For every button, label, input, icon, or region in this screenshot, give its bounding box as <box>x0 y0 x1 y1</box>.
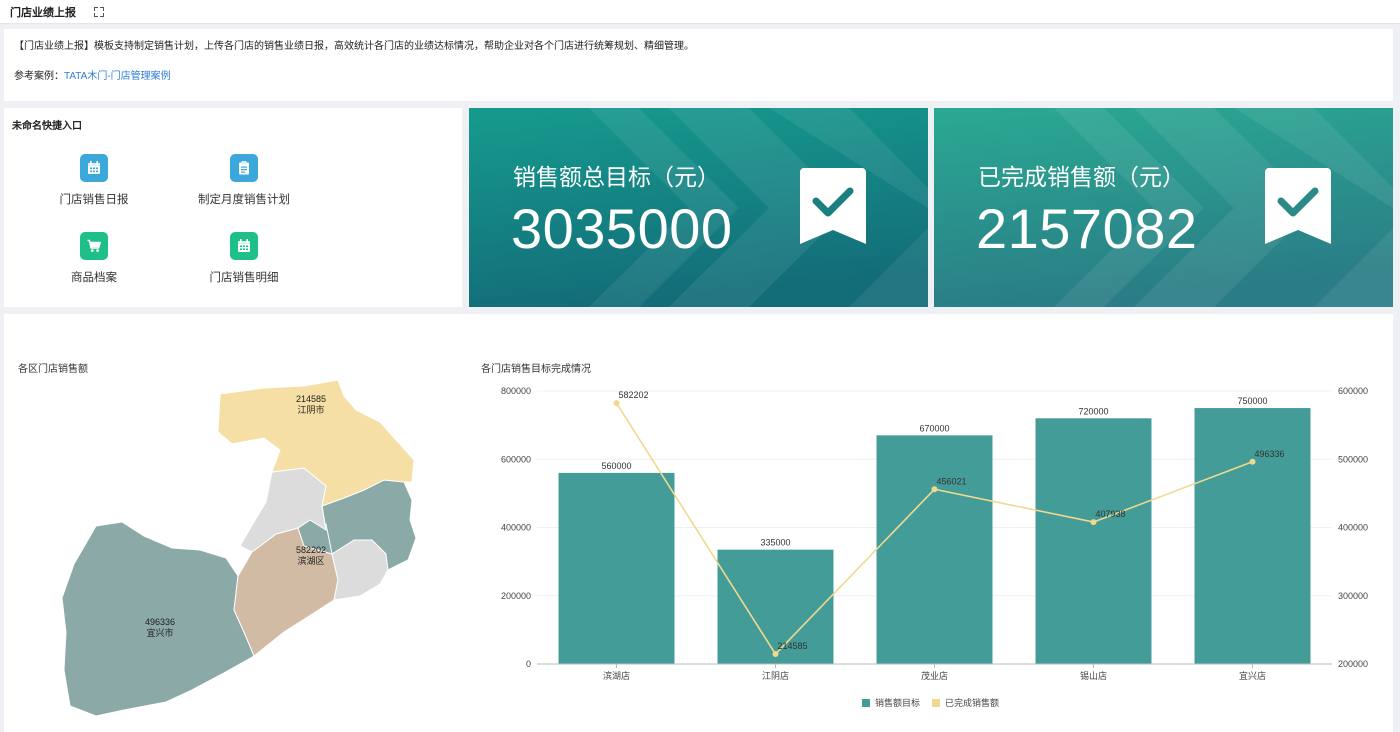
y-right-tick-label: 500000 <box>1338 454 1368 464</box>
y-left-tick-label: 800000 <box>501 386 531 396</box>
bar-sales-target[interactable] <box>1194 408 1311 664</box>
quick-entry-title: 未命名快捷入口 <box>12 121 82 132</box>
kpi-value: 3035000 <box>511 197 733 260</box>
check-badge-icon <box>1265 168 1331 244</box>
quick-item-product-archive[interactable]: 商品档案 <box>24 232 164 285</box>
bar-data-label: 670000 <box>919 423 949 433</box>
chart-legend: 销售额目标 已完成销售额 <box>862 696 1011 709</box>
page-title: 门店业绩上报 <box>10 6 76 19</box>
line-data-label: 214585 <box>778 641 808 651</box>
kpi-label: 销售额总目标（元） <box>513 164 720 190</box>
line-data-label: 496336 <box>1255 449 1285 459</box>
sales-target-chart: 560000 335000 670000 720000 750000 582202 2145… <box>501 386 1368 681</box>
y-right-tick-label: 200000 <box>1338 659 1368 669</box>
quick-item-label: 商品档案 <box>71 272 117 284</box>
reference-line: 参考案例：TATA木门-门店管理案例 <box>14 70 1383 84</box>
bar-sales-target[interactable] <box>717 549 834 664</box>
quick-entry-panel: 未命名快捷入口 门店销售日报 制定月度销售计划 商品档案 门店销售明细 <box>4 108 462 307</box>
x-tick-label: 江阴店 <box>762 670 789 681</box>
kpi-card-sales-target: 销售额总目标（元） 3035000 <box>469 108 928 307</box>
quick-item-label: 制定月度销售计划 <box>198 194 290 206</box>
kpi-label: 已完成销售额（元） <box>978 164 1185 190</box>
check-badge-icon <box>800 168 866 244</box>
intro-text: 【门店业绩上报】模板支持制定销售计划，上传各门店的销售业绩日报，高效统计各门店的… <box>14 41 694 52</box>
kpi-value: 2157082 <box>976 197 1198 260</box>
legend-swatch <box>862 698 870 707</box>
reference-label: 参考案例： <box>14 71 64 82</box>
bar-sales-target[interactable] <box>876 435 993 664</box>
legend-swatch <box>932 698 941 707</box>
legend-item-completed[interactable]: 已完成销售额 <box>932 696 999 709</box>
x-tick-label: 锡山店 <box>1080 670 1107 681</box>
intro-panel: 【门店业绩上报】模板支持制定销售计划，上传各门店的销售业绩日报，高效统计各门店的… <box>4 29 1393 101</box>
y-left-tick-label: 600000 <box>501 454 531 464</box>
y-right-tick-label: 300000 <box>1338 591 1368 601</box>
y-right-tick-label: 600000 <box>1338 386 1368 396</box>
y-left-tick-label: 400000 <box>501 523 531 533</box>
clipboard-icon <box>230 154 258 182</box>
bar-data-label: 720000 <box>1078 406 1108 416</box>
y-left-tick-label: 0 <box>526 659 531 669</box>
cart-icon <box>80 232 108 260</box>
bar-data-label: 750000 <box>1237 396 1267 406</box>
line-data-label: 407938 <box>1096 509 1126 519</box>
quick-item-store-daily-report[interactable]: 门店销售日报 <box>24 154 164 207</box>
x-tick-label: 滨湖店 <box>603 670 630 681</box>
kpi-card-completed-sales: 已完成销售额（元） 2157082 <box>934 108 1393 307</box>
line-point-completed-sales[interactable] <box>613 400 620 407</box>
bar-data-label: 560000 <box>601 461 631 471</box>
bar-sales-target[interactable] <box>558 472 675 664</box>
calendar-icon <box>80 154 108 182</box>
line-data-label: 582202 <box>619 390 649 400</box>
top-bar: 门店业绩上报 <box>0 0 1400 24</box>
quick-item-label: 门店销售明细 <box>209 272 279 284</box>
y-left-tick-label: 200000 <box>501 591 531 601</box>
legend-item-target[interactable]: 销售额目标 <box>862 696 920 709</box>
legend-label: 已完成销售额 <box>945 698 1000 708</box>
calendar-icon <box>230 232 258 260</box>
line-point-completed-sales[interactable] <box>1090 519 1097 526</box>
line-point-completed-sales[interactable] <box>1249 458 1256 465</box>
quick-item-label: 门店销售日报 <box>59 194 129 206</box>
charts-panel: 各区门店销售额 各门店销售目标完成情况 214585 江阴市 582202 滨湖… <box>4 314 1393 732</box>
quick-item-monthly-plan[interactable]: 制定月度销售计划 <box>174 154 314 207</box>
reference-link[interactable]: TATA木门-门店管理案例 <box>64 71 171 82</box>
bar-data-label: 335000 <box>760 538 790 548</box>
x-tick-label: 茂业店 <box>921 670 948 681</box>
quick-item-store-sales-detail[interactable]: 门店销售明细 <box>174 232 314 285</box>
line-point-completed-sales[interactable] <box>931 486 938 493</box>
y-right-tick-label: 400000 <box>1338 523 1368 533</box>
line-point-completed-sales[interactable] <box>772 651 779 658</box>
bar-sales-target[interactable] <box>1035 418 1152 664</box>
fullscreen-icon[interactable] <box>94 6 104 17</box>
legend-label: 销售额目标 <box>875 698 921 708</box>
line-data-label: 456021 <box>937 476 967 486</box>
x-tick-label: 宜兴店 <box>1239 670 1266 681</box>
